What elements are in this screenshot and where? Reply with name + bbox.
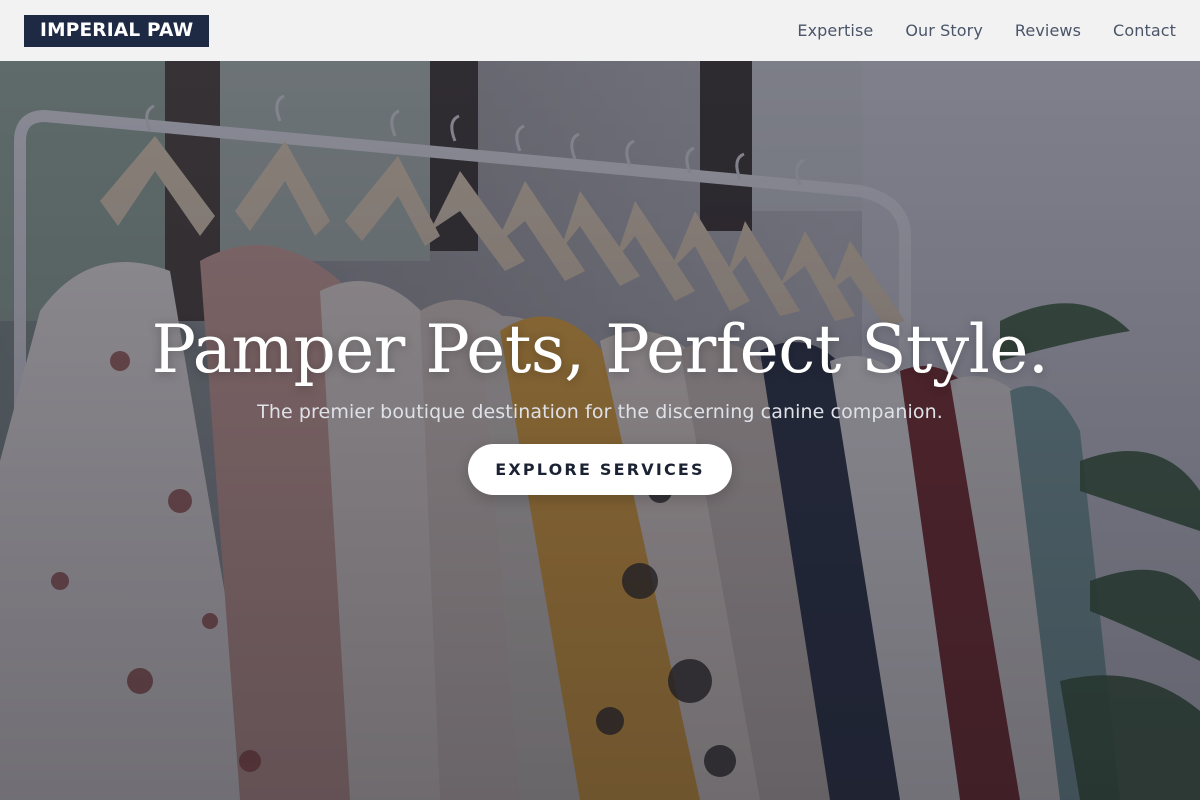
- nav-link-our-story[interactable]: Our Story: [905, 21, 983, 40]
- hero-section: Pamper Pets, Perfect Style. The premier …: [0, 61, 1200, 800]
- brand-logo[interactable]: IMPERIAL PAW: [24, 14, 210, 47]
- site-header: IMPERIAL PAW Expertise Our Story Reviews…: [0, 0, 1200, 61]
- hero-subtitle: The premier boutique destination for the…: [257, 401, 943, 423]
- main-nav: Expertise Our Story Reviews Contact: [797, 21, 1176, 40]
- nav-link-contact[interactable]: Contact: [1113, 21, 1176, 40]
- nav-link-reviews[interactable]: Reviews: [1015, 21, 1081, 40]
- hero-title: Pamper Pets, Perfect Style.: [151, 311, 1049, 388]
- nav-link-expertise[interactable]: Expertise: [797, 21, 873, 40]
- explore-services-button[interactable]: EXPLORE SERVICES: [468, 444, 732, 495]
- hero-content: Pamper Pets, Perfect Style. The premier …: [0, 61, 1200, 800]
